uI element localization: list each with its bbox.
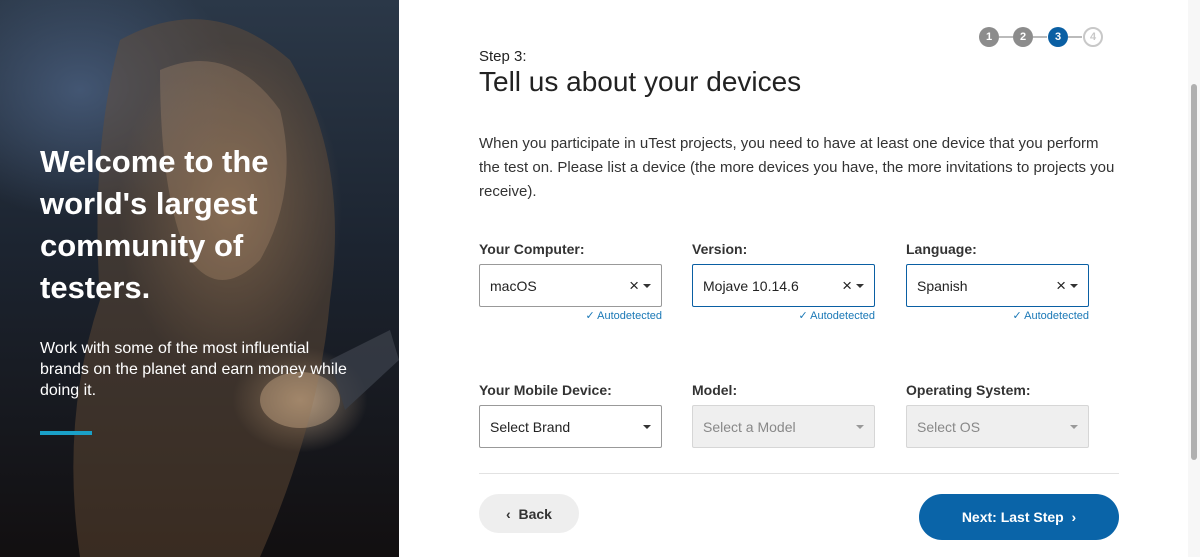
language-select-value: Spanish <box>917 278 968 294</box>
page-title: Tell us about your devices <box>479 66 802 97</box>
chevron-down-icon <box>1070 284 1078 288</box>
next-step-button-label: Next: Last Step <box>961 509 1064 525</box>
language-label: Language: <box>906 241 977 257</box>
mobile-device-label: Your Mobile Device: <box>479 382 612 398</box>
computer-select[interactable]: macOS × <box>479 264 662 307</box>
chevron-down-icon <box>856 284 864 288</box>
operating-system-label: Operating System: <box>906 382 1031 398</box>
intro-text: When you participate in uTest projects, … <box>479 135 1115 200</box>
version-autodetected-text: Autodetected <box>810 310 875 322</box>
version-select-value: Mojave 10.14.6 <box>703 278 799 294</box>
back-button-label: Back <box>518 505 552 522</box>
version-select[interactable]: Mojave 10.14.6 × <box>692 264 875 307</box>
step-2-indicator: 2 <box>1013 27 1033 47</box>
computer-autodetected-note: ✓ Autodetected <box>479 309 662 322</box>
model-label: Model: <box>692 382 738 398</box>
chevron-right-icon: › <box>1071 509 1077 525</box>
form-divider <box>479 473 1119 474</box>
clear-icon[interactable]: × <box>1056 276 1066 296</box>
scrollbar-thumb[interactable] <box>1191 84 1197 460</box>
operating-system-select-value: Select OS <box>917 419 981 435</box>
hero-text: Work with some of the most influential b… <box>40 340 347 399</box>
check-icon: ✓ <box>1012 310 1025 322</box>
step-connector <box>999 36 1013 38</box>
step-3-indicator: 3 <box>1048 27 1068 47</box>
operating-system-select[interactable]: Select OS <box>906 405 1089 448</box>
chevron-down-icon <box>856 425 864 429</box>
computer-autodetected-text: Autodetected <box>597 310 662 322</box>
clear-icon[interactable]: × <box>842 276 852 296</box>
computer-label: Your Computer: <box>479 241 585 257</box>
back-button[interactable]: ‹ Back <box>479 494 579 533</box>
check-icon: ✓ <box>585 310 598 322</box>
check-icon: ✓ <box>798 310 811 322</box>
step-1-indicator: 1 <box>979 27 999 47</box>
model-select-value: Select a Model <box>703 419 796 435</box>
version-label: Version: <box>692 241 748 257</box>
chevron-down-icon <box>1070 425 1078 429</box>
mobile-brand-select[interactable]: Select Brand <box>479 405 662 448</box>
chevron-down-icon <box>643 284 651 288</box>
chevron-down-icon <box>643 425 651 429</box>
language-select[interactable]: Spanish × <box>906 264 1089 307</box>
scrollbar[interactable] <box>1188 0 1200 557</box>
model-select[interactable]: Select a Model <box>692 405 875 448</box>
version-autodetected-note: ✓ Autodetected <box>692 309 875 322</box>
language-autodetected-note: ✓ Autodetected <box>906 309 1089 322</box>
hero-accent-bar <box>40 431 92 435</box>
clear-icon[interactable]: × <box>629 276 639 296</box>
step-4-indicator: 4 <box>1083 27 1103 47</box>
hero-panel: Welcome to the world's largest community… <box>0 0 399 557</box>
computer-select-value: macOS <box>490 278 537 294</box>
step-connector <box>1033 36 1047 38</box>
language-autodetected-text: Autodetected <box>1024 310 1089 322</box>
step-label: Step 3: <box>479 48 527 65</box>
hero-heading: Welcome to the world's largest community… <box>40 144 269 305</box>
next-step-button[interactable]: Next: Last Step › <box>919 494 1119 540</box>
mobile-brand-select-value: Select Brand <box>490 419 571 435</box>
chevron-left-icon: ‹ <box>506 505 511 522</box>
step-connector <box>1068 36 1082 38</box>
